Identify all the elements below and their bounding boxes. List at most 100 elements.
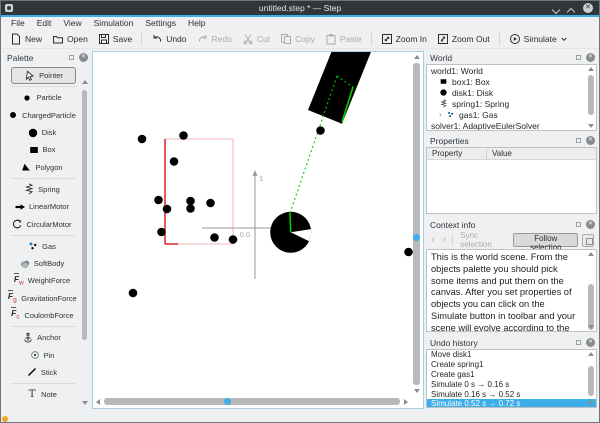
tree-item-spring1[interactable]: spring1: Spring	[427, 98, 596, 109]
box1[interactable]	[308, 52, 387, 124]
menu-file[interactable]: File	[5, 17, 31, 30]
palette-item-gravitationforce[interactable]: FgGravitationForce	[5, 290, 78, 307]
palette-scrollbar[interactable]	[82, 84, 87, 397]
property-column-header[interactable]: Property	[427, 147, 487, 160]
spring1[interactable]	[290, 213, 291, 232]
save-button[interactable]: Save	[93, 31, 137, 48]
zoom-in-button[interactable]: Zoom In	[376, 31, 432, 48]
gas-particle[interactable]	[129, 289, 138, 298]
undo-item[interactable]: Simulate 0.52 s → 0.72 s	[427, 399, 596, 408]
open-icon	[52, 33, 64, 45]
undo-item[interactable]: Move disk1	[427, 350, 596, 360]
gas-particle[interactable]	[179, 131, 188, 140]
gas-particle[interactable]	[138, 135, 147, 144]
palette-close-icon[interactable]: ✕	[79, 53, 88, 62]
cut-button[interactable]: Cut	[237, 31, 275, 48]
context-forward-button[interactable]: ›	[441, 234, 449, 246]
world-scrollbar[interactable]	[587, 67, 595, 128]
context-scrollbar[interactable]	[587, 252, 595, 329]
tree-item-solver1[interactable]: solver1: AdaptiveEulerSolver	[427, 120, 596, 131]
chevron-down-icon[interactable]	[560, 35, 568, 43]
context-float-icon[interactable]	[576, 222, 581, 227]
zoom-out-button[interactable]: Zoom Out	[432, 31, 495, 48]
undo-scrollbar[interactable]	[587, 352, 595, 405]
new-button[interactable]: New	[5, 31, 47, 48]
palette-item-spring[interactable]: Spring	[5, 181, 78, 198]
palette-item-particle[interactable]: Particle	[5, 89, 78, 106]
circularmotor-icon	[11, 218, 23, 230]
palette-item-chargedparticle[interactable]: ChargedParticle	[5, 107, 78, 124]
value-column-header[interactable]: Value	[487, 149, 512, 158]
palette-item-polygon[interactable]: Polygon	[5, 158, 78, 175]
palette-item-pointer[interactable]: Pointer	[11, 67, 76, 84]
gas-particle[interactable]	[229, 235, 238, 244]
palette-item-stick[interactable]: Stick	[5, 364, 78, 381]
tree-item-world1[interactable]: world1: World	[427, 65, 596, 76]
undo-item[interactable]: Simulate 0.16 s → 0.52 s	[427, 389, 596, 399]
context-detach-button[interactable]	[582, 234, 594, 247]
save-icon	[98, 33, 110, 45]
scene-canvas[interactable]: 0.01	[92, 51, 424, 409]
copy-button[interactable]: Copy	[275, 31, 320, 48]
world-close-icon[interactable]: ✕	[586, 53, 595, 62]
palette-item-circularmotor[interactable]: CircularMotor	[5, 215, 78, 232]
follow-selection-button[interactable]: Follow selection	[513, 233, 578, 247]
gas-particle[interactable]	[186, 197, 195, 206]
menu-view[interactable]: View	[57, 17, 87, 30]
palette-item-anchor[interactable]: Anchor	[5, 329, 78, 346]
undo-item[interactable]: Create spring1	[427, 360, 596, 370]
palette-item-disk[interactable]: Disk	[5, 124, 78, 141]
tree-item-box1[interactable]: box1: Box	[427, 76, 596, 87]
palette-item-weightforce[interactable]: FwWeightForce	[5, 272, 78, 289]
expander-icon[interactable]: ›	[439, 110, 445, 119]
palette-item-pin[interactable]: Pin	[5, 346, 78, 363]
tree-item-disk1[interactable]: disk1: Disk	[427, 87, 596, 98]
sync-selection-button[interactable]: Sync selection	[457, 231, 509, 249]
menu-edit[interactable]: Edit	[31, 17, 58, 30]
gas-particle[interactable]	[210, 233, 219, 242]
gas-particle[interactable]	[186, 204, 195, 213]
palette-item-coulombforce[interactable]: FcCoulombForce	[5, 307, 78, 324]
tree-item-gas1[interactable]: ›gas1: Gas	[427, 109, 596, 120]
palette-item-linearmotor[interactable]: LinearMotor	[5, 198, 78, 215]
undo-item[interactable]: Simulate 0 s → 0.16 s	[427, 379, 596, 389]
undo-float-icon[interactable]	[576, 340, 581, 345]
world-float-icon[interactable]	[576, 55, 581, 60]
palette-item-softbody[interactable]: SoftBody	[5, 255, 78, 272]
gas-particle[interactable]	[154, 196, 163, 205]
box-icon	[28, 144, 40, 156]
paste-button[interactable]: Paste	[320, 31, 367, 48]
world-title: World	[430, 53, 576, 63]
gas-particle[interactable]	[157, 228, 166, 237]
gas-particle[interactable]	[316, 126, 325, 135]
context-back-button[interactable]: ‹	[429, 234, 437, 246]
menu-settings[interactable]: Settings	[139, 17, 182, 30]
redo-button[interactable]: Redo	[192, 31, 237, 48]
palette-item-gas[interactable]: Gas	[5, 238, 78, 255]
canvas-vertical-scrollbar[interactable]	[411, 53, 422, 395]
menubar: FileEditViewSimulationSettingsHelp	[1, 17, 599, 30]
palette-item-note[interactable]: TNote	[5, 386, 78, 403]
menu-simulation[interactable]: Simulation	[88, 17, 140, 30]
undo-button[interactable]: Undo	[146, 31, 191, 48]
canvas-horizontal-scrollbar[interactable]	[94, 396, 410, 407]
palette-item-box[interactable]: Box	[5, 141, 78, 158]
context-info-title: Context info	[430, 220, 576, 230]
menu-help[interactable]: Help	[182, 17, 211, 30]
palette-float-icon[interactable]	[69, 55, 74, 60]
close-icon[interactable]: ✕	[583, 3, 593, 13]
open-button[interactable]: Open	[47, 31, 93, 48]
spring-icon	[439, 99, 448, 108]
world-panel: World ✕ world1: Worldbox1: Boxdisk1: Dis…	[426, 51, 597, 131]
simulate-button[interactable]: Simulate	[504, 31, 573, 48]
gas-particle[interactable]	[170, 157, 179, 166]
undo-item[interactable]: Create gas1	[427, 370, 596, 380]
gas-particle[interactable]	[163, 205, 172, 214]
undo-close-icon[interactable]: ✕	[586, 338, 595, 347]
minimize-icon[interactable]	[553, 6, 560, 11]
maximize-icon[interactable]	[568, 6, 575, 11]
context-close-icon[interactable]: ✕	[586, 220, 595, 229]
gas-particle[interactable]	[206, 199, 215, 208]
properties-float-icon[interactable]	[576, 138, 581, 143]
properties-close-icon[interactable]: ✕	[586, 136, 595, 145]
